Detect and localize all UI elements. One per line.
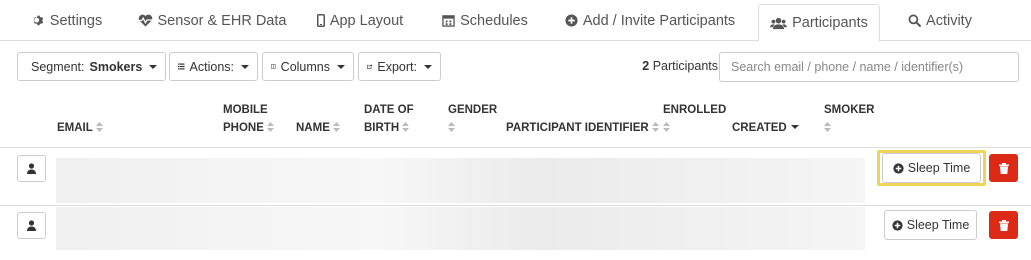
caret-down-icon [337,64,345,69]
sort-icon [448,122,455,132]
tab-schedules[interactable]: Schedules [436,0,534,41]
segment-prefix: Segment: [31,59,85,74]
tab-label: Activity [926,12,972,29]
tab-label: Settings [49,12,103,29]
caret-down-icon [241,64,249,69]
gear-icon [33,15,44,26]
actions-label: Actions: [189,59,234,74]
participant-count: 2 Participants [640,59,718,73]
tab-bar: Settings Sensor & EHR Data App Layout Sc… [0,0,1031,42]
delete-button[interactable] [989,211,1018,239]
list-icon [178,63,185,70]
column-header-label: NAME [296,122,330,134]
redacted-row-content [56,207,865,250]
tab-sensor-ehr-data[interactable]: Sensor & EHR Data [132,0,292,41]
trash-icon [998,162,1009,174]
column-header-label: BIRTH [364,122,400,134]
column-header-label: MOBILE [223,104,268,116]
columns-icon [271,64,276,69]
share-icon [367,64,373,69]
plus-circle-icon [892,219,903,231]
sort-icon [402,122,410,132]
tab-label: Participants [792,15,868,31]
highlight-box [877,150,986,186]
column-header-label: SMOKER [824,104,875,116]
sort-icon [332,122,340,132]
user-icon [27,163,36,174]
segment-value: Smokers [89,59,143,74]
tab-add-invite-participants[interactable]: Add / Invite Participants [560,0,740,41]
table-header-divider [0,147,1031,148]
caret-down-icon [424,64,432,69]
participant-count-number: 2 [642,59,650,73]
tab-label: App Layout [329,12,404,29]
tab-settings[interactable]: Settings [22,0,112,41]
users-icon [770,17,787,29]
columns-dropdown[interactable]: Columns [262,52,354,81]
view-participant-button[interactable] [17,155,46,182]
column-header-label: CREATED [732,122,787,134]
column-header-label: PARTICIPANT IDENTIFIER [506,122,649,134]
redacted-row-content [56,158,865,203]
view-participant-button[interactable] [17,212,46,239]
export-label: Export: [377,59,417,74]
column-header-label: PHONE [223,122,264,134]
column-header-email[interactable]: EMAIL [57,119,103,137]
column-header-label: DATE OF [364,104,414,116]
tab-label: Add / Invite Participants [582,12,736,29]
column-header-label: ENROLLED [663,104,727,116]
trash-icon [998,219,1009,231]
column-header-mobile-phone[interactable]: MOBILE PHONE [223,101,274,137]
column-header-enrolled[interactable]: ENROLLED [663,101,726,137]
sleep-time-button[interactable]: Sleep Time [884,210,977,240]
column-header-name[interactable]: NAME [296,119,340,137]
heartbeat-icon [138,14,152,27]
column-header-label: EMAIL [57,122,93,134]
sort-icon [266,122,274,132]
column-header-label: GENDER [448,104,498,116]
sort-icon [95,122,103,132]
participant-count-label: Participants [652,59,718,73]
segment-dropdown[interactable]: Segment: Smokers [17,52,166,81]
calendar-icon [442,15,455,27]
search-input[interactable] [719,52,1019,82]
sort-icon [824,122,831,132]
export-dropdown[interactable]: Export: [358,52,441,81]
column-header-gender[interactable]: GENDER [448,101,497,137]
tab-label: Sensor & EHR Data [157,12,287,29]
user-icon [27,220,36,231]
sort-icon [651,122,659,132]
column-header-participant-identifier[interactable]: PARTICIPANT IDENTIFIER [506,119,659,137]
column-header-date-of-birth[interactable]: DATE OF BIRTH [364,101,414,137]
tab-app-layout[interactable]: App Layout [310,0,410,41]
sort-icon [663,122,670,132]
sleep-time-label: Sleep Time [906,218,970,232]
row-divider [0,205,1031,206]
actions-dropdown[interactable]: Actions: [169,52,258,81]
tab-participants[interactable]: Participants [758,4,880,42]
plus-circle-icon [565,14,578,27]
tab-label: Schedules [460,12,528,29]
column-header-smoker[interactable]: SMOKER [824,101,874,137]
mobile-icon [316,14,325,27]
caret-down-icon [149,64,158,69]
delete-button[interactable] [989,154,1018,182]
columns-label: Columns [280,59,330,74]
column-header-created[interactable]: CREATED [732,119,799,137]
tab-activity[interactable]: Activity [900,0,980,41]
sort-desc-icon [790,125,799,129]
search-icon [908,14,921,27]
